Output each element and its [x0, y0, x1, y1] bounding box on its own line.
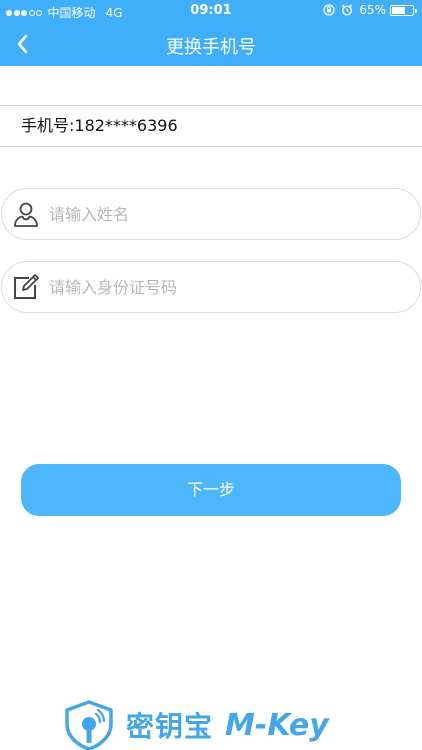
brand-footer: 密钥宝 M-Key [62, 700, 362, 750]
id-field-container [1, 261, 421, 313]
status-right: 65% [323, 3, 417, 17]
page-title: 更换手机号 [166, 37, 256, 58]
status-bar: 中国移动 4G 09:01 65% [0, 0, 422, 22]
edit-icon [11, 272, 41, 302]
brand-name-en: M-Key [225, 707, 329, 743]
current-phone-text: 手机号:182****6396 [21, 116, 178, 135]
name-field-container [1, 188, 421, 240]
shield-logo-icon [65, 700, 113, 750]
nav-bar: 更换手机号 [0, 22, 422, 66]
rotation-lock-icon [323, 4, 335, 16]
name-input[interactable] [49, 194, 420, 234]
next-button[interactable]: 下一步 [21, 464, 401, 516]
battery-fill [392, 6, 405, 14]
battery-icon [390, 4, 417, 16]
brand-name-cn: 密钥宝 [126, 710, 214, 743]
id-number-input[interactable] [49, 267, 420, 307]
battery-percent: 65% [359, 3, 386, 17]
current-phone-row: 手机号:182****6396 [0, 105, 422, 147]
alarm-icon [341, 4, 353, 16]
screen: 中国移动 4G 09:01 65% 更换手机号 手机号:182****6396 … [0, 0, 422, 750]
user-icon [11, 199, 41, 229]
header: 中国移动 4G 09:01 65% 更换手机号 [0, 0, 422, 66]
